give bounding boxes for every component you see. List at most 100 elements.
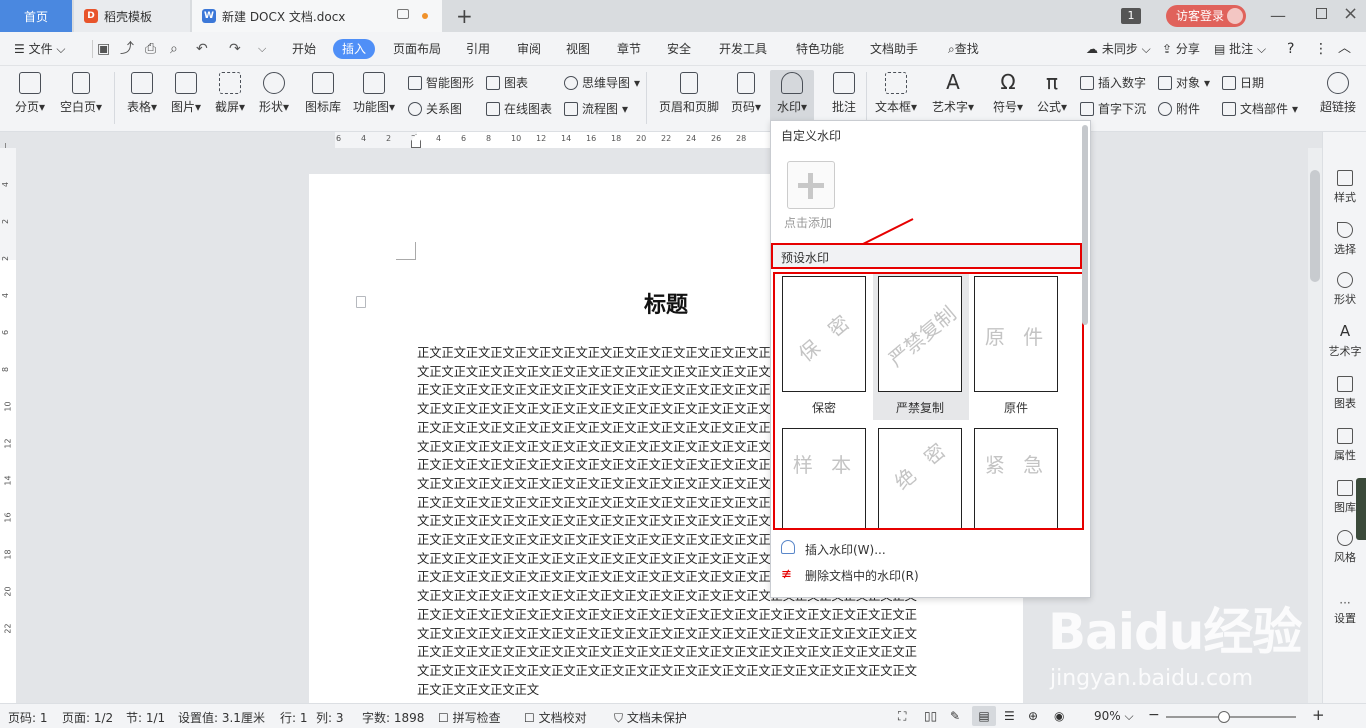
vertical-ruler[interactable]: 4 2 2 4 6 8 10 12 14 16 18 20 22 bbox=[0, 148, 16, 708]
menu-chapter[interactable]: 章节 bbox=[617, 39, 641, 59]
tab-document[interactable]: W 新建 DOCX 文档.docx bbox=[192, 0, 442, 32]
date-button[interactable]: 日期 bbox=[1222, 74, 1264, 91]
status-pages[interactable]: 页面: 1/2 bbox=[62, 709, 113, 726]
menu-security[interactable]: 安全 bbox=[667, 39, 691, 59]
print-icon[interactable]: ⎙ bbox=[145, 39, 156, 59]
read-mode-icon[interactable]: ▯▯ bbox=[924, 709, 937, 723]
doc-parts-button[interactable]: 文档部件 ▾ bbox=[1222, 100, 1298, 117]
monitor-icon[interactable] bbox=[397, 9, 409, 19]
status-page[interactable]: 页码: 1 bbox=[8, 709, 48, 726]
fullscreen-icon[interactable]: ⛶ bbox=[898, 709, 906, 724]
side-panel-handle[interactable] bbox=[1356, 478, 1366, 540]
status-word-count[interactable]: 字数: 1898 bbox=[362, 709, 424, 726]
sidebar-settings[interactable]: ··· 设置 bbox=[1323, 596, 1366, 626]
insert-watermark-item[interactable]: 插入水印(W)... bbox=[771, 535, 1082, 561]
menu-review[interactable]: 审阅 bbox=[517, 39, 541, 59]
proofread-button[interactable]: ☐ 文档校对 bbox=[524, 709, 587, 726]
blank-page-button[interactable]: 空白页▾ bbox=[56, 72, 106, 115]
tab-template[interactable]: D 稻壳模板 bbox=[74, 0, 190, 32]
mind-map-button[interactable]: 思维导图 ▾ bbox=[564, 74, 640, 91]
attachment-button[interactable]: 附件 bbox=[1158, 100, 1200, 117]
window-count-badge[interactable]: 1 bbox=[1121, 8, 1141, 24]
menu-developer[interactable]: 开发工具 bbox=[719, 39, 767, 59]
page-number-button[interactable]: 页码▾ bbox=[728, 72, 764, 115]
undo-icon[interactable]: ↶ bbox=[196, 39, 208, 59]
page-view-icon[interactable]: ▤ bbox=[972, 706, 996, 726]
smart-shape-button[interactable]: 智能图形 bbox=[408, 74, 474, 91]
preset-watermark-no-copy[interactable]: 严禁复制 bbox=[878, 276, 962, 392]
more-icon[interactable]: ⌵ bbox=[258, 39, 266, 59]
outline-view-icon[interactable]: ☰ bbox=[1004, 709, 1015, 723]
menu-layout[interactable]: 页面布局 bbox=[393, 39, 441, 59]
scrollbar-thumb[interactable] bbox=[1310, 170, 1320, 282]
help-icon[interactable]: ? bbox=[1287, 39, 1294, 59]
table-button[interactable]: 表格▾ bbox=[122, 72, 162, 115]
collapse-ribbon-icon[interactable]: ︿ bbox=[1338, 39, 1351, 59]
spell-check-button[interactable]: ☐ 拼写检查 bbox=[438, 709, 501, 726]
restore-icon[interactable] bbox=[1316, 8, 1327, 19]
page-break-button[interactable]: 分页▾ bbox=[10, 72, 50, 115]
status-col[interactable]: 列: 3 bbox=[316, 709, 344, 726]
dropdown-scrollbar[interactable] bbox=[1082, 125, 1088, 325]
drop-cap-button[interactable]: 首字下沉 bbox=[1080, 100, 1146, 117]
zoom-slider[interactable] bbox=[1166, 716, 1296, 718]
file-menu[interactable]: ☰ 文件 ⌵ bbox=[14, 39, 66, 59]
header-footer-button[interactable]: 页眉和页脚 bbox=[656, 72, 722, 115]
preset-watermark-secret[interactable]: 保 密 bbox=[782, 276, 866, 392]
more-vertical-icon[interactable]: ⋮ bbox=[1314, 39, 1328, 59]
new-tab-plus-icon[interactable]: + bbox=[456, 4, 473, 28]
search-menu[interactable]: ⌕查找 bbox=[948, 39, 979, 59]
save-icon[interactable]: ▣ bbox=[97, 39, 110, 59]
delete-watermark-item[interactable]: ≢ 删除文档中的水印(R) bbox=[771, 561, 1082, 587]
textbox-button[interactable]: 文本框▾ bbox=[872, 72, 920, 115]
zoom-in-icon[interactable]: + bbox=[1312, 706, 1325, 724]
sidebar-properties[interactable]: 属性 bbox=[1323, 428, 1366, 463]
status-setting[interactable]: 设置值: 3.1厘米 bbox=[178, 709, 265, 726]
menu-start[interactable]: 开始 bbox=[292, 39, 316, 59]
formula-button[interactable]: π 公式▾ bbox=[1032, 72, 1072, 115]
sidebar-chart[interactable]: 图表 bbox=[1323, 376, 1366, 411]
redo-icon[interactable]: ↷ bbox=[229, 39, 241, 59]
symbol-button[interactable]: Ω 符号▾ bbox=[988, 72, 1028, 115]
protect-status[interactable]: ⛉ 文档未保护 bbox=[614, 709, 687, 726]
screenshot-button[interactable]: 截屏▾ bbox=[210, 72, 250, 115]
sidebar-select[interactable]: 选择 bbox=[1323, 222, 1366, 257]
chart-button[interactable]: 图表 bbox=[486, 74, 528, 91]
zoom-select[interactable]: 90% ⌵ bbox=[1094, 709, 1134, 724]
preview-icon[interactable]: ⌕ bbox=[170, 39, 178, 59]
menu-reference[interactable]: 引用 bbox=[466, 39, 490, 59]
eye-protect-icon[interactable]: ◉ bbox=[1054, 709, 1064, 723]
menu-insert[interactable]: 插入 bbox=[333, 39, 376, 59]
login-button[interactable]: 访客登录 bbox=[1166, 5, 1246, 27]
icon-library-button[interactable]: 图标库 bbox=[300, 72, 346, 115]
hyperlink-button[interactable]: 超链接 bbox=[1312, 72, 1364, 115]
online-chart-button[interactable]: 在线图表 bbox=[486, 100, 552, 117]
add-watermark-button[interactable] bbox=[787, 161, 835, 209]
sync-status[interactable]: ☁ 未同步 ⌵ bbox=[1086, 39, 1151, 59]
menu-features[interactable]: 特色功能 bbox=[796, 39, 844, 59]
tab-home[interactable]: 首页 bbox=[0, 0, 72, 32]
share-button[interactable]: ⇪ 分享 bbox=[1162, 39, 1200, 59]
preset-watermark-sample[interactable]: 样 本 bbox=[782, 428, 866, 528]
picture-button[interactable]: 图片▾ bbox=[166, 72, 206, 115]
document-scrollbar[interactable] bbox=[1308, 148, 1322, 703]
sidebar-style[interactable]: 样式 bbox=[1323, 170, 1366, 205]
close-icon[interactable]: × bbox=[1343, 3, 1358, 24]
horizontal-ruler[interactable]: 642246810121416182022242628 bbox=[335, 132, 775, 148]
insert-number-button[interactable]: 插入数字 bbox=[1080, 74, 1146, 91]
menu-assistant[interactable]: 文档助手 bbox=[870, 39, 918, 59]
watermark-button[interactable]: 水印▾ bbox=[770, 70, 814, 122]
preset-watermark-urgent[interactable]: 紧 急 bbox=[974, 428, 1058, 528]
write-mode-icon[interactable]: ✎ bbox=[950, 709, 960, 723]
sidebar-art-text[interactable]: A 艺术字 bbox=[1323, 324, 1366, 359]
function-chart-button[interactable]: 功能图▾ bbox=[350, 72, 398, 115]
export-icon[interactable]: ⤴ bbox=[120, 39, 134, 59]
flowchart-button[interactable]: 流程图 ▾ bbox=[564, 100, 628, 117]
status-section[interactable]: 节: 1/1 bbox=[126, 709, 165, 726]
zoom-out-icon[interactable]: − bbox=[1148, 707, 1160, 723]
art-text-button[interactable]: A 艺术字▾ bbox=[928, 72, 978, 115]
zoom-slider-handle[interactable] bbox=[1218, 711, 1230, 723]
insert-comment-button[interactable]: 批注 bbox=[826, 72, 862, 115]
sidebar-shape[interactable]: 形状 bbox=[1323, 272, 1366, 307]
menu-view[interactable]: 视图 bbox=[566, 39, 590, 59]
